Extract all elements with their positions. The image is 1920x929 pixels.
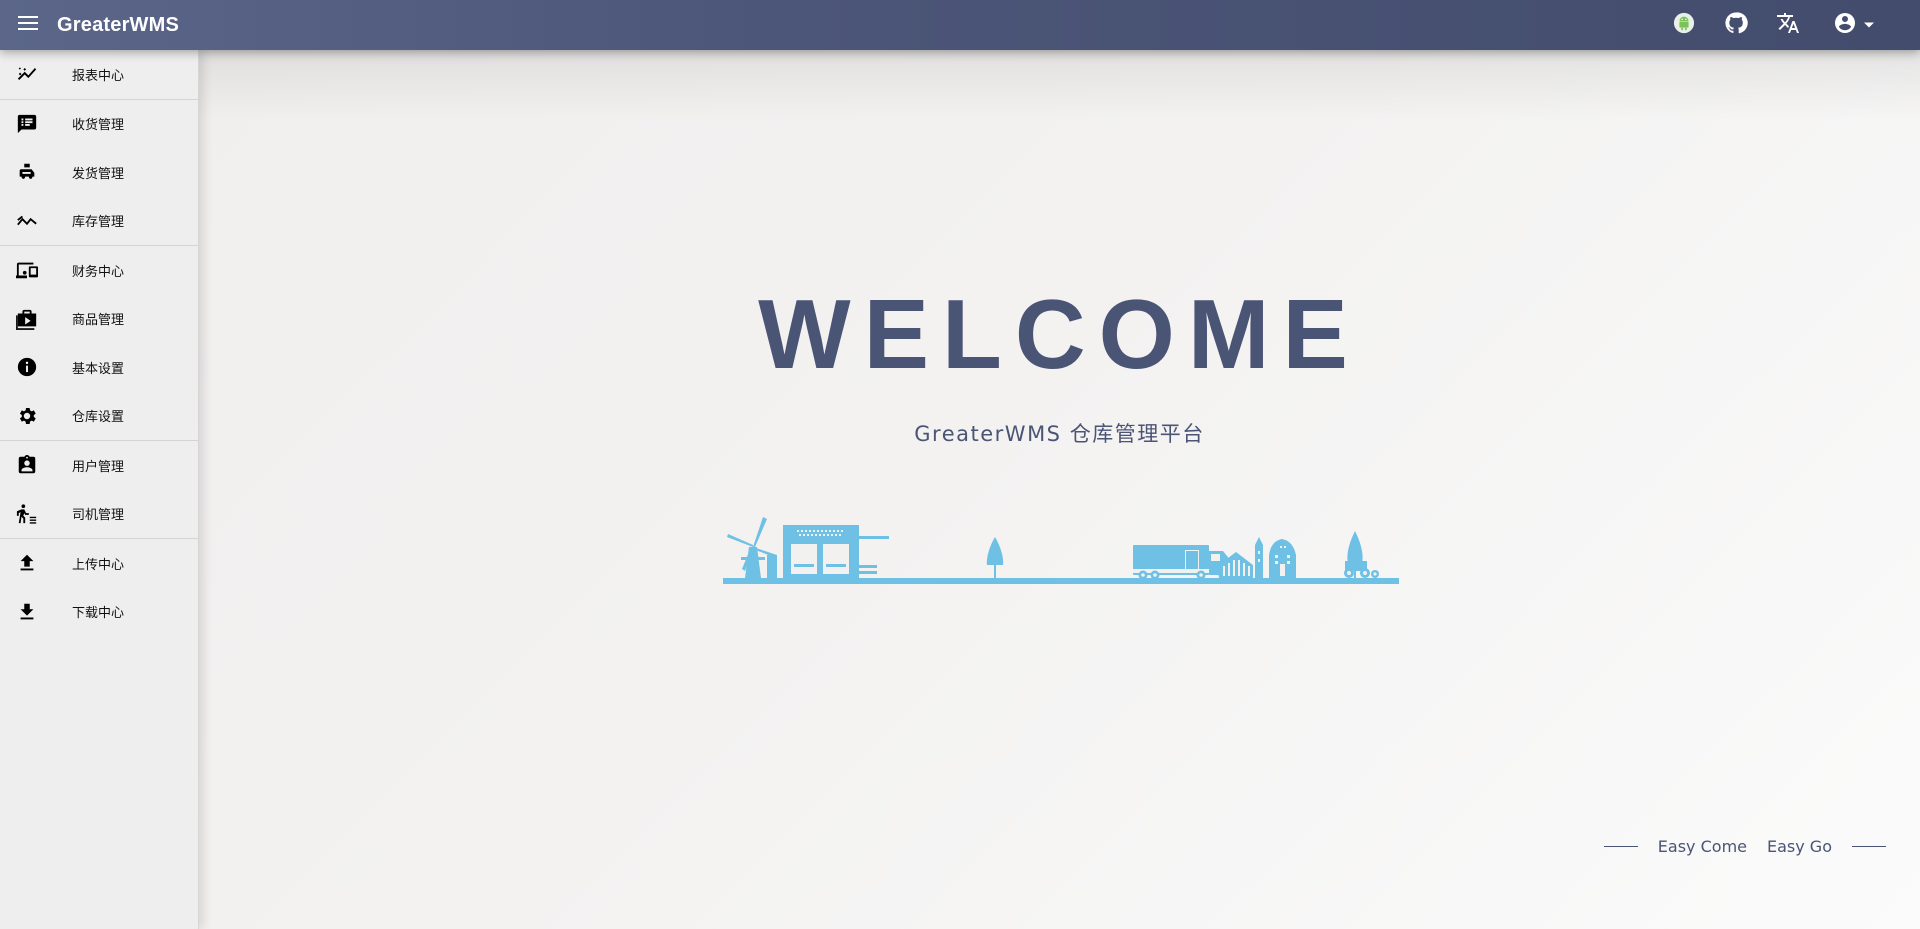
tagline-line-left — [1603, 846, 1638, 847]
product-bag-icon — [0, 308, 56, 330]
sidebar-item-download-center[interactable]: 下载中心 — [0, 588, 198, 637]
main-content: WELCOME GreaterWMS 仓库管理平台 Easy Come Easy… — [199, 50, 1920, 929]
farm-buildings-icon — [1219, 537, 1296, 578]
language-button[interactable] — [1762, 0, 1814, 50]
github-icon — [1724, 11, 1748, 40]
sidebar-item-warehouse-settings[interactable]: 仓库设置 — [0, 392, 198, 441]
chart-line-icon — [0, 63, 56, 85]
tagline: Easy Come Easy Go — [1603, 837, 1886, 856]
sidebar-item-label: 下载中心 — [72, 606, 125, 622]
header-actions — [1658, 0, 1920, 50]
sidebar-item-label: 发货管理 — [72, 166, 125, 182]
gear-icon — [0, 405, 56, 427]
sidebar-item-label: 用户管理 — [72, 459, 125, 475]
sidebar-item-label: 基本设置 — [72, 361, 125, 377]
welcome-heading: WELCOME — [758, 279, 1361, 389]
android-icon — [1673, 12, 1695, 39]
sidebar-nav: 报表中心 收货管理 发货管理 库存管理 财务中心 商品管理 基本设置 仓库设置 … — [0, 50, 199, 929]
sidebar-item-products[interactable]: 商品管理 — [0, 295, 198, 344]
sidebar-item-label: 仓库设置 — [72, 410, 125, 426]
account-menu-button[interactable] — [1818, 0, 1890, 50]
sidebar-item-shipping[interactable]: 发货管理 — [0, 148, 198, 197]
tagline-line-right — [1852, 846, 1886, 847]
sidebar-item-label: 报表中心 — [72, 68, 125, 84]
sidebar-item-basic-settings[interactable]: 基本设置 — [0, 343, 198, 392]
user-badge-icon — [0, 454, 56, 476]
sidebar-item-upload-center[interactable]: 上传中心 — [0, 539, 198, 588]
upload-icon — [0, 552, 56, 574]
app-title: GreaterWMS — [57, 13, 180, 36]
translate-icon — [1776, 11, 1800, 40]
windmill-icon — [727, 517, 777, 578]
download-icon — [0, 601, 56, 623]
sidebar-item-label: 库存管理 — [72, 215, 125, 231]
delivery-icon — [0, 161, 56, 183]
caret-down-icon — [1863, 16, 1875, 34]
trending-icon — [0, 210, 56, 232]
tagline-easy-go: Easy Go — [1767, 837, 1832, 856]
sidebar-item-receiving[interactable]: 收货管理 — [0, 100, 198, 149]
truck-icon — [1133, 545, 1231, 580]
sidebar-item-users[interactable]: 用户管理 — [0, 441, 198, 490]
sidebar-item-finance[interactable]: 财务中心 — [0, 246, 198, 295]
sidebar-item-label: 商品管理 — [72, 313, 125, 329]
devices-icon — [0, 259, 56, 281]
tagline-easy-come: Easy Come — [1657, 837, 1747, 856]
header-shadow — [199, 50, 1920, 120]
warehouse-skyline-illustration — [723, 515, 1399, 592]
android-app-button[interactable] — [1658, 0, 1710, 50]
menu-icon — [18, 15, 38, 36]
sidebar-item-label: 上传中心 — [72, 557, 125, 573]
info-icon — [0, 356, 56, 378]
sidebar-item-drivers[interactable]: 司机管理 — [0, 490, 198, 539]
driver-icon — [0, 503, 56, 525]
warehouse-building-icon — [783, 525, 889, 578]
tractor-icon — [1344, 561, 1379, 578]
github-button[interactable] — [1710, 0, 1762, 50]
sidebar-item-label: 财务中心 — [72, 264, 125, 280]
account-circle-icon — [1833, 11, 1857, 40]
tree-icon — [986, 537, 1004, 578]
ground-line — [723, 578, 1399, 584]
menu-toggle-button[interactable] — [0, 0, 56, 50]
sidebar-item-label: 司机管理 — [72, 508, 125, 524]
platform-subtitle: GreaterWMS 仓库管理平台 — [914, 422, 1205, 446]
sidebar-item-inventory[interactable]: 库存管理 — [0, 197, 198, 246]
sidebar-item-label: 收货管理 — [72, 118, 125, 134]
app-header: GreaterWMS — [0, 0, 1920, 50]
sidebar-item-reports[interactable]: 报表中心 — [0, 50, 198, 99]
receipt-chat-icon — [0, 113, 56, 135]
